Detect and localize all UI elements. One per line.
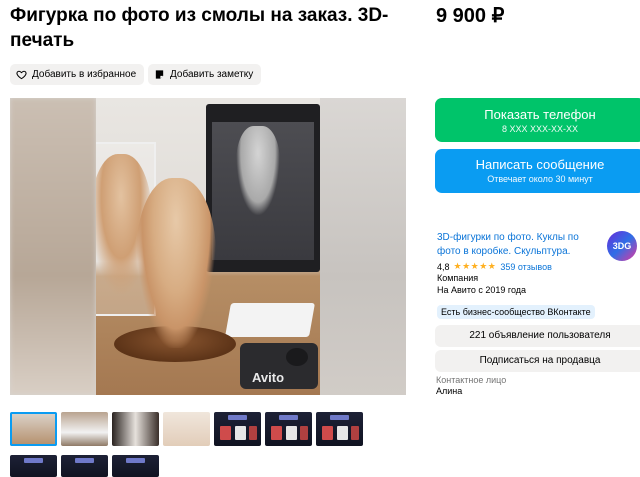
add-to-favorites-label: Добавить в избранное: [32, 69, 137, 80]
thumbnail-5[interactable]: [214, 412, 261, 446]
gallery-blur-left: [10, 98, 96, 395]
phone-mask: 8 XXX XXX-XX-XX: [501, 124, 579, 134]
thumbnail-9[interactable]: [61, 455, 108, 477]
seller-avatar[interactable]: 3DG: [607, 231, 637, 261]
contact-person-name: Алина: [436, 386, 463, 396]
heart-icon: [16, 70, 27, 80]
thumbnail-10[interactable]: [112, 455, 159, 477]
add-note-button[interactable]: Добавить заметку: [148, 64, 262, 85]
avito-watermark: Avito: [252, 370, 285, 385]
seller-name-link[interactable]: 3D-фигурки по фото. Куклы по фото в коро…: [437, 231, 597, 259]
write-message-button[interactable]: Написать сообщение Отвечает около 30 мин…: [435, 149, 640, 193]
rating-value: 4,8: [437, 261, 450, 272]
show-phone-button[interactable]: Показать телефон 8 XXX XXX-XX-XX: [435, 98, 640, 142]
thumbnail-2[interactable]: [61, 412, 108, 446]
photo-gallery[interactable]: Avito: [10, 98, 406, 395]
write-message-label: Написать сообщение: [475, 157, 605, 172]
add-to-favorites-button[interactable]: Добавить в избранное: [10, 64, 145, 85]
listing-title: Фигурка по фото из смолы на заказ. 3D-пе…: [10, 5, 389, 51]
figurine-image: [136, 178, 216, 348]
subscribe-seller-button[interactable]: Подписаться на продавца: [435, 350, 640, 372]
vk-community-badge[interactable]: Есть бизнес-сообщество ВКонтакте: [437, 305, 595, 319]
seller-rating: 4,8 ★★★★★ 359 отзывов: [437, 261, 552, 272]
thumbnail-8[interactable]: [10, 455, 57, 477]
reviews-link[interactable]: 359 отзывов: [500, 262, 552, 272]
note-icon: [155, 70, 164, 79]
thumbnail-1[interactable]: [10, 412, 57, 446]
contact-person-label: Контактное лицо: [436, 375, 507, 385]
listing-price: 9 900 ₽: [436, 5, 505, 27]
star-icons: ★★★★★: [453, 261, 497, 271]
monitor-image: [206, 104, 320, 272]
thumbnail-7[interactable]: [316, 412, 363, 446]
add-note-label: Добавить заметку: [170, 69, 254, 80]
response-time: Отвечает около 30 минут: [487, 174, 593, 184]
seller-listings-button[interactable]: 221 объявление пользователя: [435, 325, 640, 347]
thumbnail-4[interactable]: [163, 412, 210, 446]
show-phone-label: Показать телефон: [484, 107, 596, 122]
seller-type: Компания: [437, 273, 479, 283]
thumbnail-6[interactable]: [265, 412, 312, 446]
thumbnail-3[interactable]: [112, 412, 159, 446]
seller-since: На Авито с 2019 года: [437, 285, 527, 295]
main-photo[interactable]: Avito: [96, 98, 320, 395]
gallery-blur-right: [320, 98, 406, 395]
